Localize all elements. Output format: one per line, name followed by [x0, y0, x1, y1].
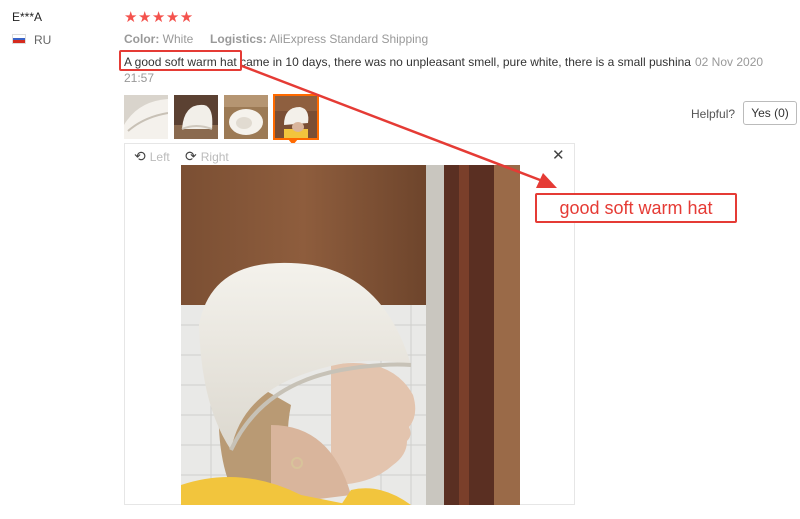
review-thumbnail[interactable] — [124, 95, 168, 139]
logistics-value: AliExpress Standard Shipping — [269, 32, 429, 46]
close-icon[interactable]: ✕ — [552, 146, 565, 164]
helpful-label: Helpful? — [691, 107, 736, 121]
review-meta: Color: White Logistics: AliExpress Stand… — [124, 32, 428, 46]
star-rating: ★★★★★ — [124, 9, 194, 26]
logistics-label: Logistics: — [210, 32, 267, 46]
review-photo — [181, 165, 520, 505]
review-thumbnail-selected[interactable] — [273, 94, 319, 140]
reviewer-country: RU — [34, 33, 52, 47]
reviewer-name: E***A — [12, 10, 43, 24]
rotate-left-label: Left — [149, 150, 170, 164]
rotate-right-label: Right — [200, 150, 229, 164]
rotate-left-button[interactable]: ⟲ Left — [134, 148, 170, 165]
rotate-left-icon: ⟲ — [134, 148, 146, 164]
review-thumbnail[interactable] — [174, 95, 218, 139]
annotation-callout: good soft warm hat — [535, 193, 737, 223]
review-body-text: came in 10 days, there was no unpleasant… — [236, 55, 691, 69]
helpful-yes-button[interactable]: Yes (0) — [743, 101, 797, 125]
color-value: White — [162, 32, 194, 46]
color-label: Color: — [124, 32, 160, 46]
rotate-right-icon: ⟳ — [185, 148, 197, 164]
rotate-right-button[interactable]: ⟳ Right — [185, 148, 229, 165]
highlight-box — [119, 50, 242, 71]
review-thumbnail[interactable] — [224, 95, 268, 139]
russia-flag-icon — [12, 34, 26, 44]
